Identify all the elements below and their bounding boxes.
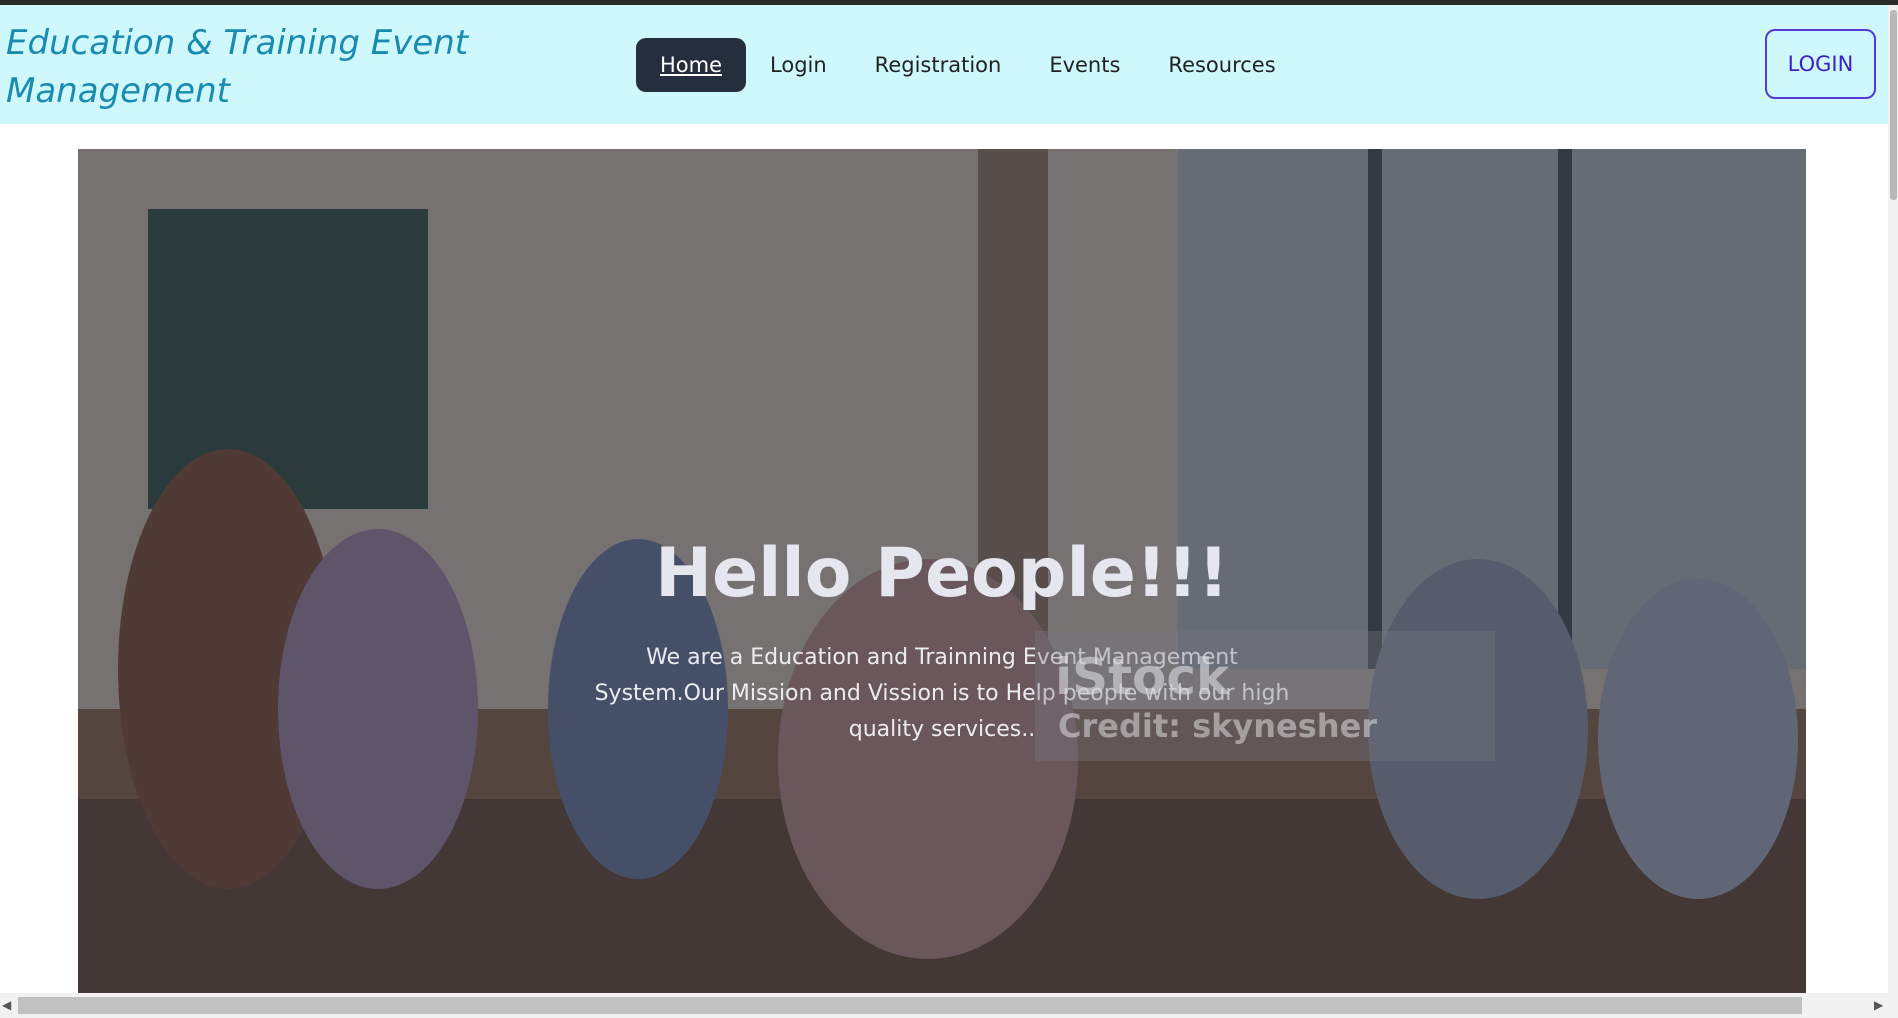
vertical-scrollbar-thumb[interactable] <box>1890 10 1897 200</box>
hero-banner: Hello People!!! We are a Education and T… <box>78 149 1806 993</box>
brand-title[interactable]: Education & Training Event Management <box>6 19 506 115</box>
navbar: Education & Training Event Management Ho… <box>0 5 1888 124</box>
nav-item-registration[interactable]: Registration <box>851 38 1026 92</box>
nav-item-home[interactable]: Home <box>636 38 747 92</box>
scroll-right-icon[interactable]: ▶ <box>1874 999 1883 1011</box>
nav-item-resources[interactable]: Resources <box>1144 38 1299 92</box>
istock-watermark-credit: Credit: skynesher <box>1058 707 1378 745</box>
nav-item-login[interactable]: Login <box>746 38 851 92</box>
nav-links: Home Login Registration Events Resources <box>636 38 1300 92</box>
page: Education & Training Event Management Ho… <box>0 0 1898 1018</box>
login-button[interactable]: LOGIN <box>1765 29 1876 99</box>
nav-item-events[interactable]: Events <box>1025 38 1144 92</box>
horizontal-scrollbar-thumb[interactable] <box>18 997 1802 1014</box>
scroll-left-icon[interactable]: ◀ <box>2 999 11 1011</box>
istock-watermark-logo: iStock <box>1055 648 1230 706</box>
hero-title: Hello People!!! <box>655 534 1229 613</box>
